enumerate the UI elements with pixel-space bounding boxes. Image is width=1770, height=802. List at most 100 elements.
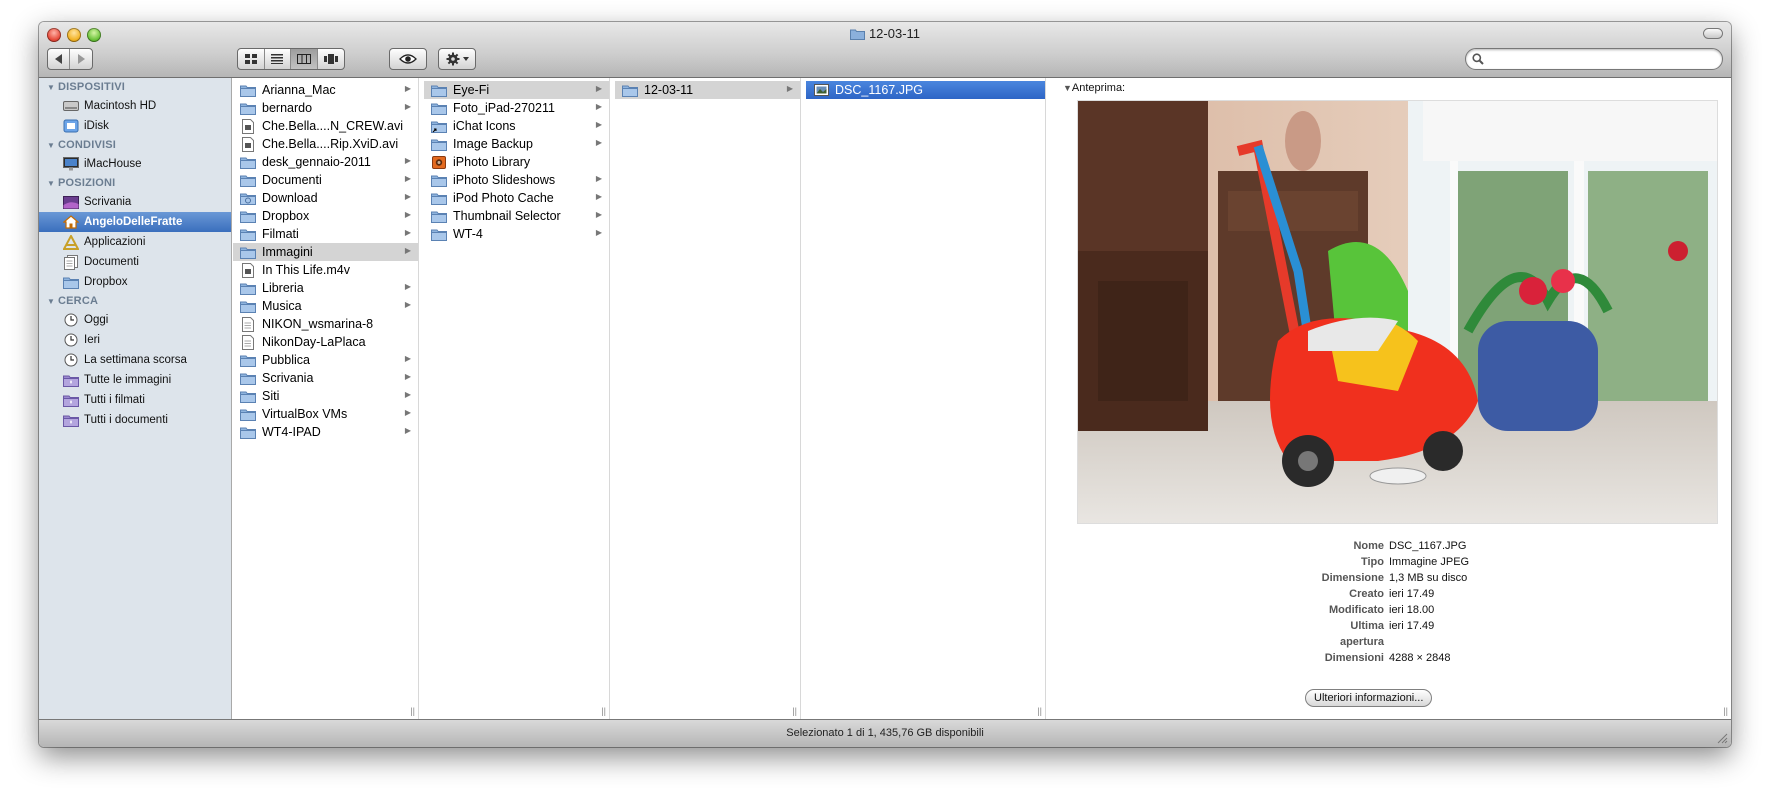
list-item[interactable]: Che.Bella....Rip.XviD.avi [233,135,418,153]
column-resize-handle[interactable]: || [1037,706,1042,716]
disclosure-arrow-icon: ▶ [404,156,411,165]
sidebar-item-macintosh-hd[interactable]: Macintosh HD [39,96,231,116]
list-item[interactable]: VirtualBox VMs ▶ [233,405,418,423]
disclosure-arrow-icon: ▶ [786,84,793,93]
list-item-label: NIKON_wsmarina-8 [262,317,374,331]
iphoto-library-icon [431,155,447,169]
icon-view-button[interactable] [238,49,265,69]
sidebar-item-applicazioni[interactable]: Applicazioni [39,232,231,252]
list-item[interactable]: Immagini ▶ [233,243,418,261]
list-item-label: iPod Photo Cache [453,191,554,205]
sidebar-item-dropbox[interactable]: Dropbox [39,272,231,292]
list-item-label: Documenti [262,173,322,187]
sidebar-item-documenti[interactable]: Documenti [39,252,231,272]
list-item[interactable]: In This Life.m4v [233,261,418,279]
list-item[interactable]: iPod Photo Cache ▶ [424,189,609,207]
applications-icon [63,234,79,250]
list-view-button[interactable] [265,49,291,69]
list-item[interactable]: 12-03-11 ▶ [615,81,800,99]
sidebar-item-label: Ieri [84,334,100,346]
more-info-button[interactable]: Ulteriori informazioni... [1305,689,1433,707]
list-item[interactable]: iPhoto Library [424,153,609,171]
list-item-label: Image Backup [453,137,533,151]
window-title: 12-03-11 [39,26,1731,43]
list-item[interactable]: WT4-IPAD ▶ [233,423,418,441]
list-item[interactable]: WT-4 ▶ [424,225,609,243]
list-item[interactable]: Scrivania ▶ [233,369,418,387]
preview-heading-text: Anteprima: [1071,82,1126,94]
sidebar-section-posizioni[interactable]: ▼ POSIZIONI [39,174,231,192]
column-resize-handle[interactable]: || [410,706,415,716]
image-preview[interactable] [1077,100,1718,524]
list-item[interactable]: desk_gennaio-2011 ▶ [233,153,418,171]
hard-disk-icon [63,98,79,114]
sidebar-item-label: Tutti i documenti [84,414,168,426]
list-item[interactable]: Thumbnail Selector ▶ [424,207,609,225]
list-item[interactable]: Filmati ▶ [233,225,418,243]
action-menu-button[interactable] [439,49,475,69]
preview-heading[interactable]: ▼Anteprima: [1063,82,1125,94]
list-item[interactable]: Siti ▶ [233,387,418,405]
disclosure-triangle-icon: ▼ [47,179,56,188]
search-field[interactable] [1465,48,1723,70]
column-view-button[interactable] [291,49,318,69]
back-button[interactable] [48,49,71,69]
list-item[interactable]: Musica ▶ [233,297,418,315]
list-item[interactable]: DSC_1167.JPG [806,81,1045,99]
folder-icon [240,101,256,115]
info-key: Tipo [1360,556,1384,568]
list-item[interactable]: Dropbox ▶ [233,207,418,225]
list-item[interactable]: Pubblica ▶ [233,351,418,369]
disclosure-arrow-icon: ▶ [404,228,411,237]
browser-column-immagini[interactable]: Eye-Fi ▶ Foto_iPad-270211 ▶ iChat Icons ▶ Imag… [424,78,610,719]
list-item[interactable]: bernardo ▶ [233,99,418,117]
list-item[interactable]: iPhoto Slideshows ▶ [424,171,609,189]
resize-grip-icon[interactable] [1717,733,1728,744]
coverflow-view-button[interactable] [318,49,344,69]
info-row: Modificato ieri 18.00 [1053,602,1731,618]
sidebar-section-dispositivi[interactable]: ▼ DISPOSITIVI [39,78,231,96]
sidebar-section-condivisi[interactable]: ▼ CONDIVISI [39,136,231,154]
list-item[interactable]: Documenti ▶ [233,171,418,189]
sidebar-item-la-settimana-scorsa[interactable]: La settimana scorsa [39,350,231,370]
list-item[interactable]: Foto_iPad-270211 ▶ [424,99,609,117]
sidebar-item-oggi[interactable]: Oggi [39,310,231,330]
list-item[interactable]: iChat Icons ▶ [424,117,609,135]
forward-button[interactable] [70,49,92,69]
column-resize-handle[interactable]: || [792,706,797,716]
sidebar-item-tutti-i-documenti[interactable]: Tutti i documenti [39,410,231,430]
sidebar-item-tutti-i-filmati[interactable]: Tutti i filmati [39,390,231,410]
sidebar-item-ieri[interactable]: Ieri [39,330,231,350]
finder-window: 12-03-11 ▼ DISPOSITIVI Macintosh HD iDis… [39,22,1731,747]
folder-icon [240,281,256,295]
disclosure-arrow-icon: ▶ [404,246,411,255]
list-item[interactable]: Image Backup ▶ [424,135,609,153]
info-value: Immagine JPEG [1389,556,1470,568]
browser-column-date-folder[interactable]: DSC_1167.JPG || [806,78,1046,719]
video-file-icon [240,136,256,152]
browser-column-home[interactable]: Arianna_Mac ▶ bernardo ▶ Che.Bella....N_CREW… [233,78,419,719]
list-view-icon [271,54,284,64]
list-item[interactable]: Che.Bella....N_CREW.avi [233,117,418,135]
sidebar-item-tutte-le-immagini[interactable]: Tutte le immagini [39,370,231,390]
sidebar-item-imachouse[interactable]: iMacHouse [39,154,231,174]
list-item[interactable]: NikonDay-LaPlaca [233,333,418,351]
folder-icon [431,227,447,241]
column-resize-handle[interactable]: || [1723,706,1728,716]
sidebar-item-angelodellefratte[interactable]: AngeloDelleFratte [39,212,231,232]
toolbar-toggle-button[interactable] [1703,28,1723,39]
list-item[interactable]: Download ▶ [233,189,418,207]
list-item[interactable]: Arianna_Mac ▶ [233,81,418,99]
list-item[interactable]: Libreria ▶ [233,279,418,297]
column-list: Eye-Fi ▶ Foto_iPad-270211 ▶ iChat Icons ▶ Imag… [424,78,609,243]
search-input[interactable] [1488,51,1713,67]
quick-look-button[interactable] [390,49,426,69]
sidebar-item-idisk[interactable]: iDisk [39,116,231,136]
list-item[interactable]: NIKON_wsmarina-8 [233,315,418,333]
sidebar-item-scrivania[interactable]: Scrivania [39,192,231,212]
browser-column-eye-fi[interactable]: 12-03-11 ▶ || [615,78,801,719]
list-item[interactable]: Eye-Fi ▶ [424,81,609,99]
column-resize-handle[interactable]: || [601,706,606,716]
list-item-label: Libreria [262,281,304,295]
sidebar-section-cerca[interactable]: ▼ CERCA [39,292,231,310]
